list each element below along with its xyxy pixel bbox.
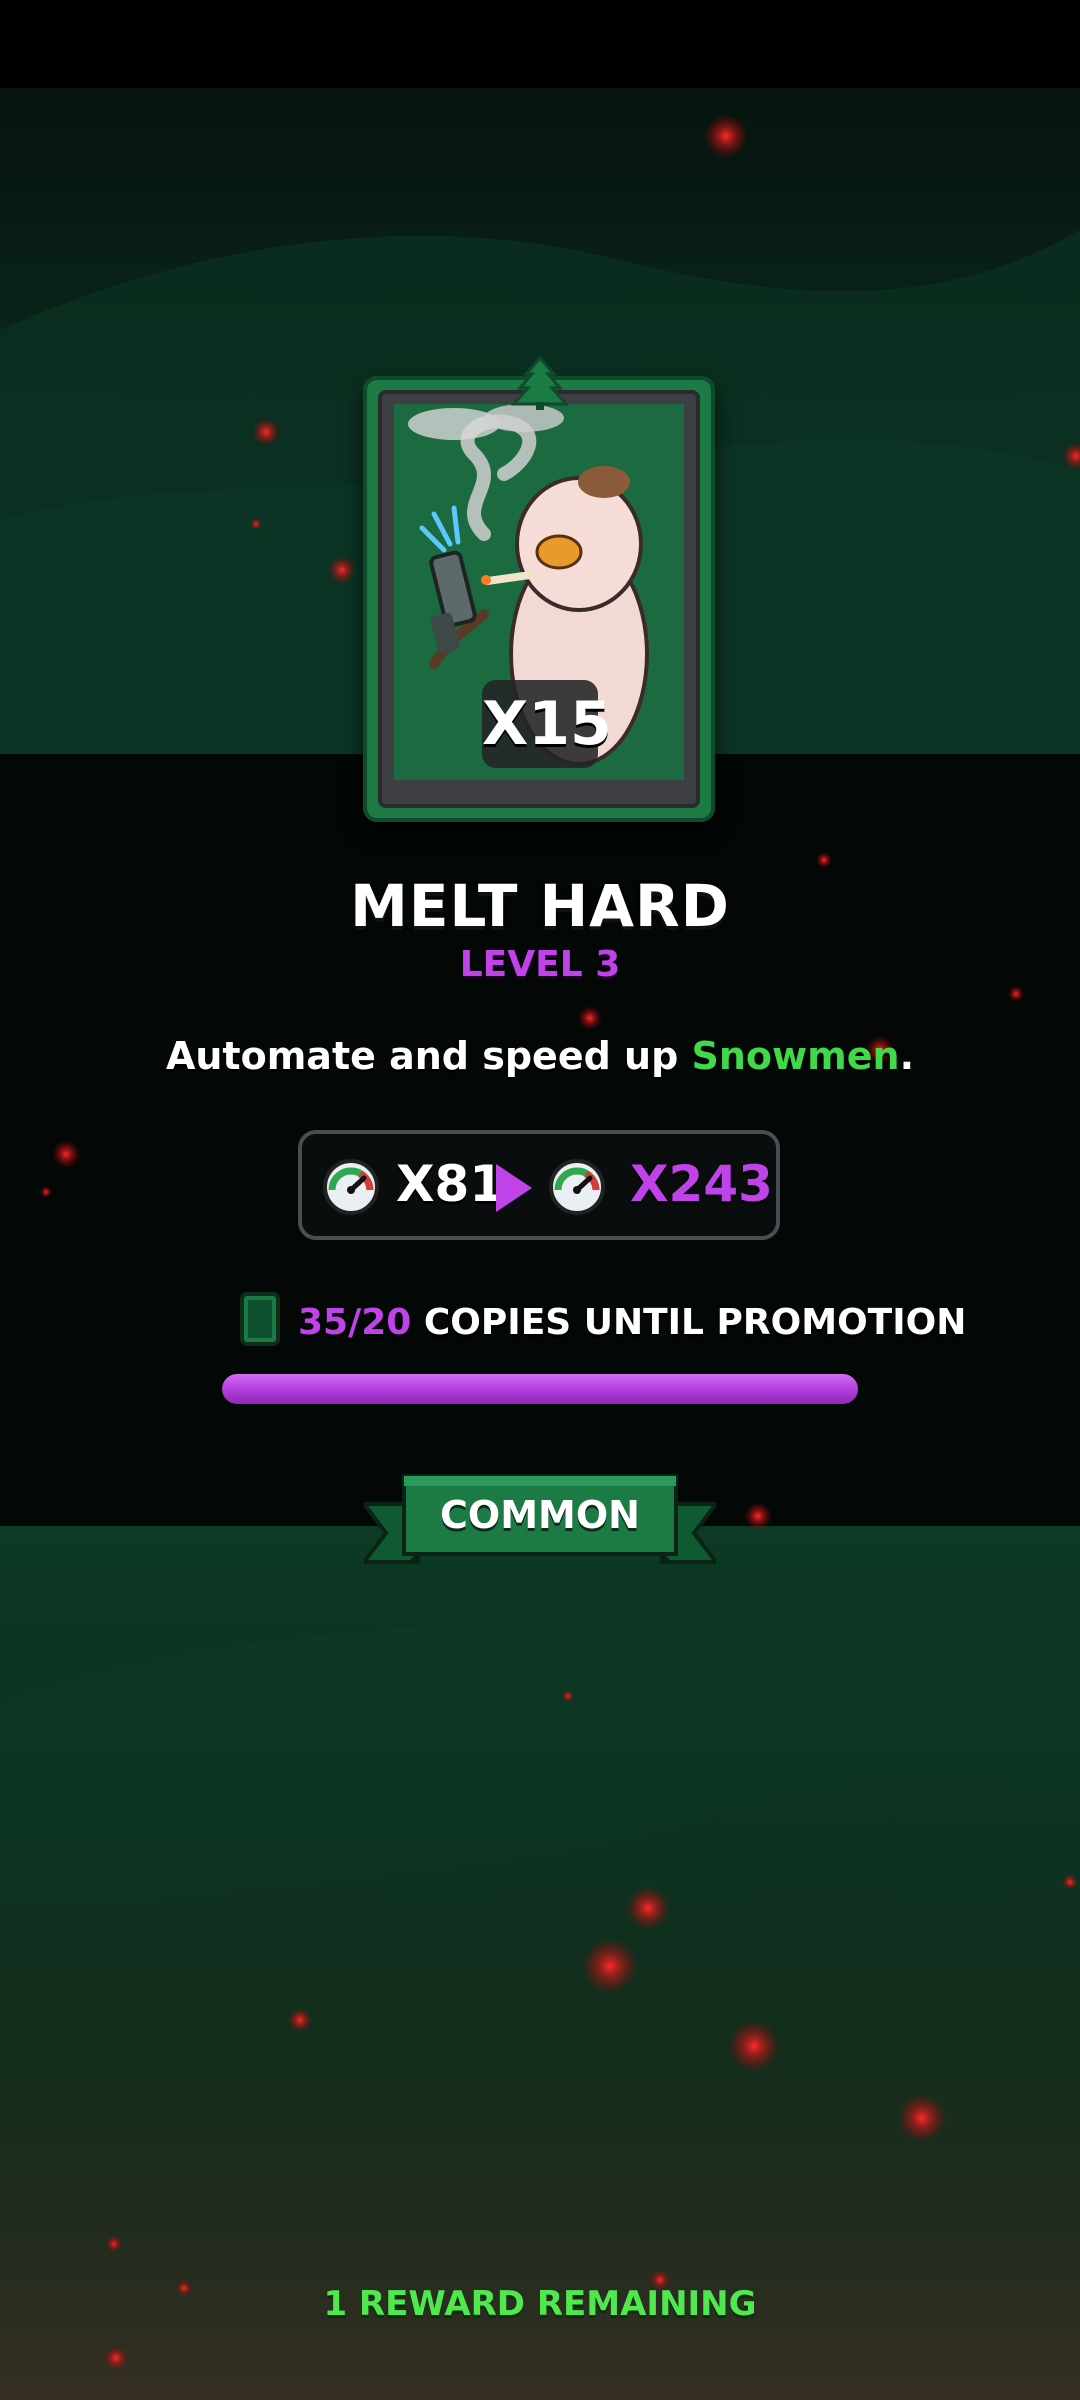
speed-from: X81	[396, 1155, 505, 1213]
speedometer-icon	[323, 1159, 379, 1215]
card-copy-icon	[240, 1292, 280, 1346]
description-text: Automate and speed up	[165, 1034, 692, 1078]
speed-to: X243	[630, 1155, 773, 1213]
promotion-text: 35/20 COPIES UNTIL PROMOTION	[298, 1300, 966, 1346]
promotion-progress-fill	[222, 1374, 858, 1404]
promotion-count: 35/20	[298, 1302, 412, 1343]
card-description: Automate and speed up Snowmen.	[0, 1034, 1080, 1078]
speedometer-icon	[549, 1159, 605, 1215]
card-name: MELT HARD	[350, 872, 730, 940]
promotion-progress-bar	[222, 1374, 858, 1404]
pine-tree-icon	[510, 356, 570, 410]
description-suffix: .	[899, 1034, 915, 1078]
description-highlight: Snowmen	[691, 1034, 900, 1078]
rewards-remaining[interactable]: 1 REWARD REMAINING	[0, 2284, 1080, 2324]
reward-screen[interactable]: X15 MELT HARD LEVEL 3 Automate and speed…	[0, 0, 1080, 2400]
card-count-badge: X15	[482, 680, 612, 768]
rarity-label: COMMON	[440, 1493, 640, 1537]
play-arrow-icon	[496, 1164, 532, 1212]
card-level: LEVEL 3	[459, 944, 621, 985]
promotion-label: COPIES UNTIL PROMOTION	[423, 1302, 967, 1343]
